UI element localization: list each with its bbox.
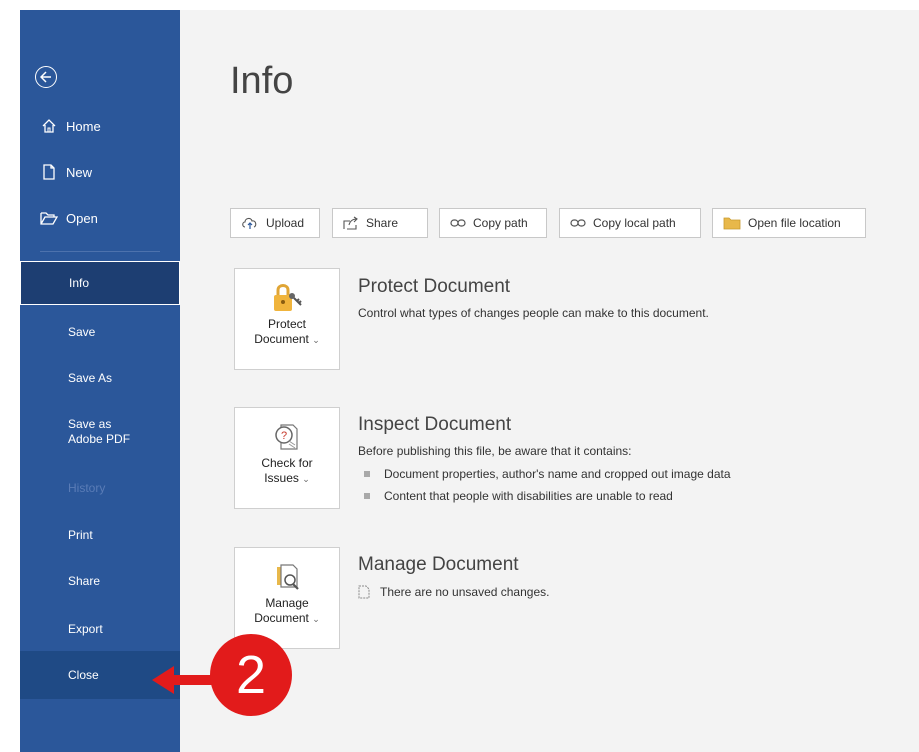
cloud-upload-icon (241, 216, 259, 230)
copy-local-path-label: Copy local path (593, 216, 676, 230)
manage-document-icon (273, 560, 301, 594)
share-icon (343, 216, 359, 230)
check-for-issues-button[interactable]: ? Check for Issues ⌄ (234, 407, 340, 509)
sidebar-item-label: History (68, 481, 106, 495)
inspect-document-title: Inspect Document (358, 414, 512, 435)
sidebar-item-home[interactable]: Home (20, 111, 180, 141)
sidebar-item-label: Save (68, 325, 96, 339)
sidebar-item-save-as[interactable]: Save As (20, 363, 180, 393)
open-file-location-button[interactable]: Open file location (712, 208, 866, 238)
check-issues-button-label: Issues (264, 471, 299, 485)
sidebar-item-save[interactable]: Save (20, 317, 180, 347)
sidebar-item-label: Save As (68, 371, 113, 385)
manage-button-label: Manage (265, 596, 309, 610)
inspect-bullet: Content that people with disabilities ar… (364, 489, 673, 503)
svg-text:?: ? (281, 430, 287, 442)
unsaved-changes-text: There are no unsaved changes. (380, 585, 550, 599)
back-arrow-icon[interactable] (35, 66, 57, 88)
sidebar-item-label: Print (68, 528, 93, 542)
page-title: Info (230, 60, 294, 102)
protect-document-button[interactable]: Protect Document ⌄ (234, 268, 340, 370)
copy-local-path-button[interactable]: Copy local path (559, 208, 701, 238)
bullet-square-icon (364, 493, 370, 499)
inspect-bullet-text: Document properties, author's name and c… (384, 467, 731, 481)
sidebar-item-label: Close (68, 668, 99, 682)
link-icon (570, 218, 586, 228)
sidebar-item-history: History (20, 473, 180, 503)
sidebar-item-export[interactable]: Export (20, 614, 180, 644)
share-button[interactable]: Share (332, 208, 428, 238)
folder-icon (723, 216, 741, 230)
info-panel: Info Upload Share Copy path Copy local p… (180, 10, 919, 752)
bullet-square-icon (364, 471, 370, 477)
document-status-icon (358, 585, 370, 599)
sidebar-item-info[interactable]: Info (20, 261, 180, 305)
backstage-sidebar: Home New Open Info Save Save As Save as … (20, 10, 180, 752)
protect-button-label: Document (254, 332, 309, 346)
sidebar-item-label: New (66, 164, 93, 180)
chevron-down-icon: ⌄ (312, 614, 320, 624)
open-file-location-label: Open file location (748, 216, 841, 230)
upload-label: Upload (266, 216, 305, 230)
copy-path-button[interactable]: Copy path (439, 208, 547, 238)
protect-document-title: Protect Document (358, 276, 511, 297)
manage-button-label: Document (254, 611, 309, 625)
chevron-down-icon: ⌄ (312, 335, 320, 345)
unsaved-changes-status: There are no unsaved changes. (358, 585, 549, 599)
sidebar-item-label: Home (66, 118, 101, 134)
inspect-document-icon: ? (273, 420, 301, 454)
check-issues-button-label: Check for (261, 456, 313, 470)
lock-key-icon (270, 281, 304, 315)
sidebar-item-label: Save as Adobe PDF (68, 417, 131, 446)
inspect-bullet: Document properties, author's name and c… (364, 467, 731, 481)
sidebar-item-share[interactable]: Share (20, 566, 180, 596)
inspect-bullet-text: Content that people with disabilities ar… (384, 489, 673, 503)
sidebar-item-label: Info (69, 276, 90, 290)
protect-document-description: Control what types of changes people can… (358, 306, 709, 320)
copy-path-label: Copy path (473, 216, 528, 230)
open-folder-icon (40, 209, 58, 227)
upload-button[interactable]: Upload (230, 208, 320, 238)
home-icon (40, 117, 58, 135)
sidebar-item-open[interactable]: Open (20, 203, 180, 233)
sidebar-item-save-as-adobe-pdf[interactable]: Save as Adobe PDF (20, 417, 140, 451)
new-document-icon (40, 163, 58, 181)
sidebar-item-print[interactable]: Print (20, 520, 180, 550)
chevron-down-icon: ⌄ (302, 474, 310, 484)
sidebar-item-label: Export (68, 622, 103, 636)
share-label: Share (366, 216, 399, 230)
link-icon (450, 218, 466, 228)
annotation-step-badge: 2 (210, 634, 292, 716)
annotation-step-number: 2 (235, 645, 267, 705)
protect-button-label: Protect (267, 317, 306, 331)
sidebar-item-label: Open (66, 210, 98, 226)
sidebar-item-new[interactable]: New (20, 157, 180, 187)
sidebar-item-label: Share (68, 574, 101, 588)
inspect-document-description: Before publishing this file, be aware th… (358, 444, 632, 458)
sidebar-divider (40, 251, 160, 252)
manage-document-title: Manage Document (358, 554, 519, 575)
